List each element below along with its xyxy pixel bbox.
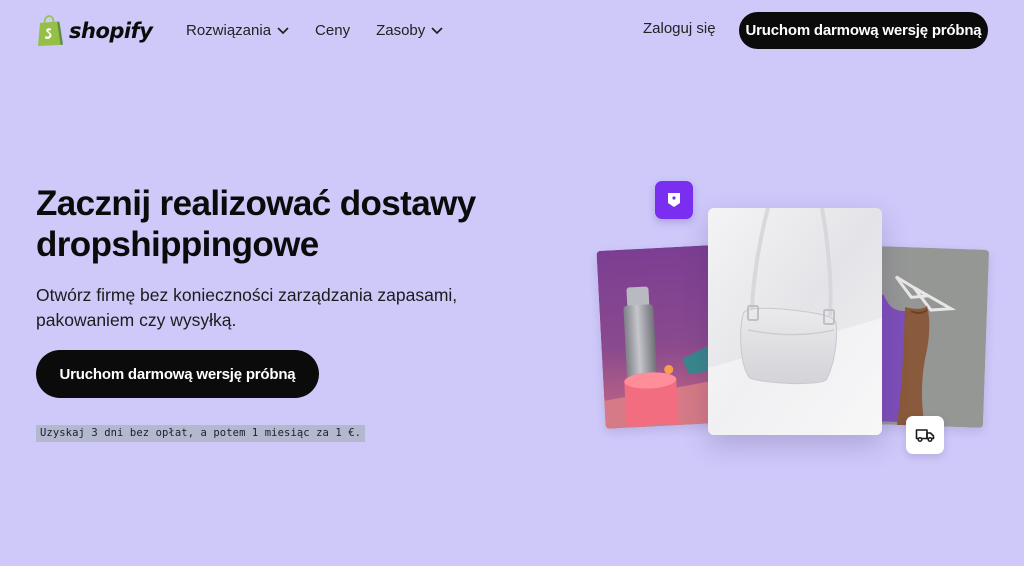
hero-title-line: Zacznij realizować dostawy <box>36 184 476 223</box>
nav-item-rozwiazania[interactable]: Rozwiązania <box>186 20 289 40</box>
nav-item-ceny[interactable]: Ceny <box>315 20 350 40</box>
nav-item-label: Ceny <box>315 21 351 39</box>
shopify-logo[interactable]: shopify <box>36 14 153 48</box>
nav-item-label: Rozwiązania <box>186 21 272 39</box>
product-image-tank-tops-on-hangers <box>870 246 990 428</box>
main-nav: Rozwiązania Ceny Zasoby <box>186 20 469 40</box>
nav-item-label: Zasoby <box>376 21 426 39</box>
hero-subtitle-line: Otwórz firmę bez konieczności zarządzani… <box>36 285 458 305</box>
chevron-down-icon <box>277 27 289 34</box>
logo-wordmark: shopify <box>69 19 153 43</box>
delivery-truck-icon <box>915 429 935 443</box>
start-free-trial-button[interactable]: Uruchom darmową wersję próbną <box>36 350 319 398</box>
product-image-serum-bottle <box>596 245 720 429</box>
product-image-white-handbag <box>708 208 882 435</box>
start-free-trial-button-header[interactable]: Uruchom darmową wersję próbną <box>739 12 988 49</box>
login-link[interactable]: Zaloguj się <box>643 20 716 37</box>
trial-offer-note: Uzyskaj 3 dni bez opłat, a potem 1 miesi… <box>36 425 366 442</box>
site-header: shopify Rozwiązania Ceny Zasoby Zaloguj … <box>0 0 1024 62</box>
shopify-bag-icon <box>38 15 63 46</box>
price-tag-badge <box>655 181 693 219</box>
hero-title-line: dropshippingowe <box>36 225 319 264</box>
hero-subtitle: Otwórz firmę bez konieczności zarządzani… <box>36 283 476 333</box>
nav-item-zasoby[interactable]: Zasoby <box>376 20 443 40</box>
chevron-down-icon <box>431 27 443 34</box>
price-tag-icon <box>668 193 680 207</box>
delivery-badge <box>906 416 944 454</box>
hero-title: Zacznij realizować dostawy dropshippingo… <box>36 183 506 265</box>
hero-subtitle-line: pakowaniem czy wysyłką. <box>36 310 237 330</box>
